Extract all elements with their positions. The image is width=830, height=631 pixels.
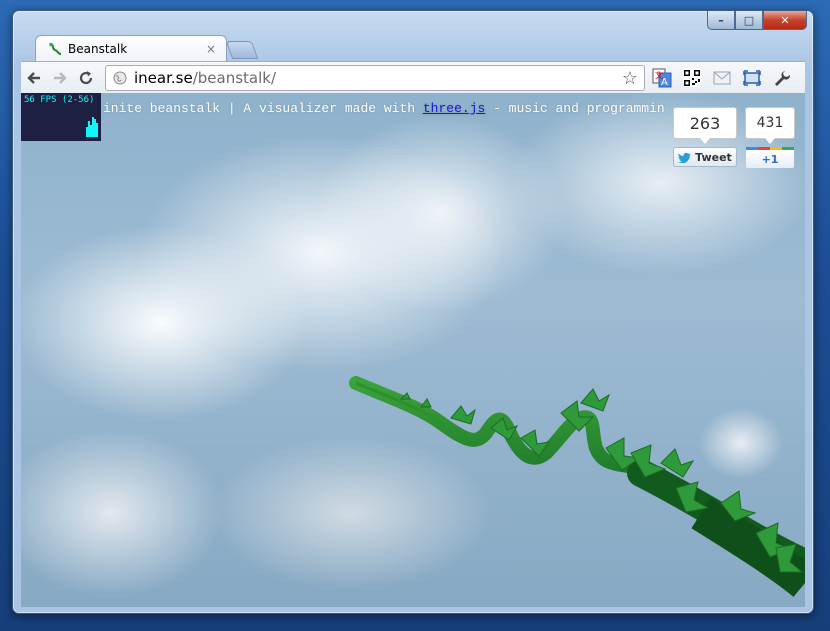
minimize-icon: – xyxy=(718,13,724,27)
minimize-button[interactable]: – xyxy=(707,11,735,30)
beanstalk-favicon-icon xyxy=(48,42,62,56)
page-viewport[interactable]: 56 FPS (2-56) inite beanstalk | A visual… xyxy=(21,93,805,607)
header-suffix: - music and programmin xyxy=(485,101,665,116)
threejs-link[interactable]: three.js xyxy=(423,101,485,116)
header-prefix: inite beanstalk | A visualizer made with xyxy=(103,101,423,116)
tab-beanstalk[interactable]: Beanstalk × xyxy=(35,35,227,62)
plusone-widget: 431 +1 xyxy=(745,107,795,168)
forward-arrow-icon xyxy=(54,72,67,84)
url-path: /beanstalk/ xyxy=(192,69,277,87)
qr-code-extension-button[interactable] xyxy=(679,65,705,91)
maximize-icon: □ xyxy=(743,13,755,27)
tweet-button[interactable]: Tweet xyxy=(673,147,737,167)
qr-code-icon xyxy=(683,69,701,87)
mail-icon xyxy=(713,71,731,85)
translate-icon: A文 xyxy=(652,68,672,88)
close-window-button[interactable]: ✕ xyxy=(763,11,807,30)
twitter-bird-icon xyxy=(678,152,692,163)
plusone-count: 431 xyxy=(745,107,795,144)
settings-wrench-button[interactable] xyxy=(769,65,795,91)
forward-button[interactable] xyxy=(47,65,73,91)
window-controls: – □ ✕ xyxy=(707,11,807,30)
wrench-icon xyxy=(775,71,791,86)
tweet-widget: 263 Tweet xyxy=(673,107,737,167)
fullscreen-icon xyxy=(743,70,761,86)
globe-icon xyxy=(112,70,128,86)
tab-close-icon[interactable]: × xyxy=(206,42,218,56)
new-tab-button[interactable] xyxy=(225,41,259,59)
tab-title: Beanstalk xyxy=(68,42,128,56)
translate-extension-button[interactable]: A文 xyxy=(649,65,675,91)
svg-text:文: 文 xyxy=(655,70,663,80)
browser-window: – □ ✕ Beanstalk × inear.se/beanstalk/ ☆ … xyxy=(12,10,814,614)
fps-graph xyxy=(24,107,98,137)
close-icon: ✕ xyxy=(780,13,790,27)
address-bar[interactable]: inear.se/beanstalk/ ☆ xyxy=(105,65,645,91)
plusone-button[interactable]: +1 xyxy=(746,147,794,168)
back-arrow-icon xyxy=(27,72,40,84)
tweet-label: Tweet xyxy=(695,150,732,164)
fullscreen-extension-button[interactable] xyxy=(739,65,765,91)
beanstalk-vine xyxy=(349,376,805,597)
url-host: inear.se xyxy=(134,69,193,87)
reload-button[interactable] xyxy=(73,65,99,91)
fps-stats-panel: 56 FPS (2-56) xyxy=(21,93,101,141)
maximize-button[interactable]: □ xyxy=(735,11,763,30)
browser-toolbar: inear.se/beanstalk/ ☆ A文 xyxy=(21,61,805,95)
bookmark-star-icon[interactable]: ☆ xyxy=(622,68,638,89)
tweet-count: 263 xyxy=(673,107,737,144)
plusone-label: +1 xyxy=(761,152,779,166)
reload-icon xyxy=(79,71,93,85)
fps-readout: 56 FPS (2-56) xyxy=(24,95,95,105)
page-header-text: inite beanstalk | A visualizer made with… xyxy=(103,101,665,116)
mail-extension-button[interactable] xyxy=(709,65,735,91)
back-button[interactable] xyxy=(21,65,47,91)
